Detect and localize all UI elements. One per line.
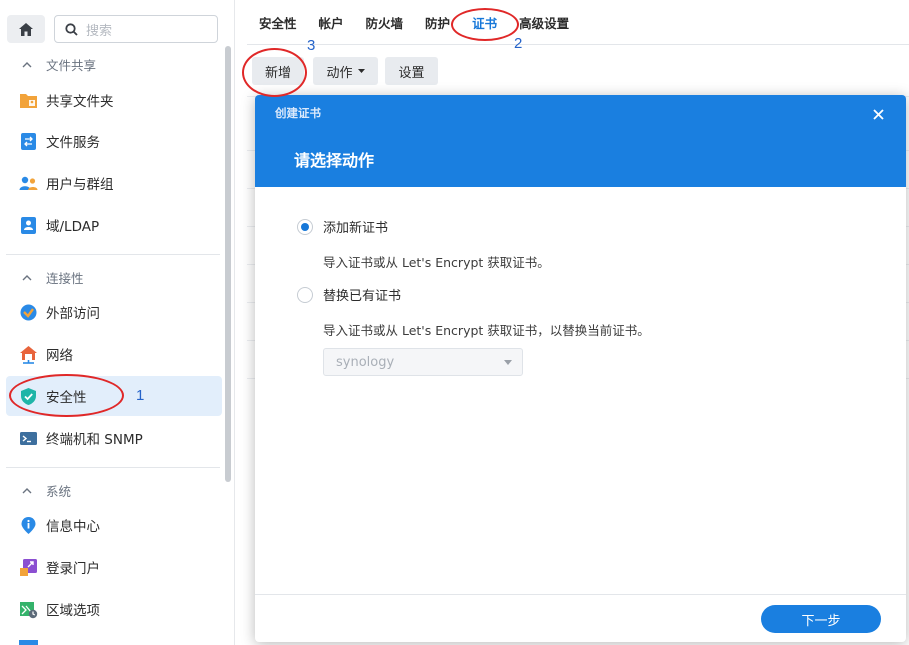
section-label: 连接性 [46, 271, 84, 286]
sidebar-item-label: 外部访问 [46, 306, 100, 322]
section-file-sharing[interactable]: 文件共享 [22, 55, 96, 74]
sidebar-item-login-portal[interactable]: 登录门户 [6, 547, 222, 587]
section-system[interactable]: 系统 [22, 481, 71, 500]
sidebar-item-label: 共享文件夹 [46, 94, 114, 110]
sidebar-item-label: 登录门户 [46, 561, 100, 577]
sidebar-item-shared-folder[interactable]: 共享文件夹 [6, 80, 222, 120]
tab-advanced[interactable]: 高级设置 [519, 13, 569, 32]
sidebar-item-regional-options[interactable]: 区域选项 [6, 589, 222, 629]
login-portal-icon [20, 558, 37, 576]
section-label: 文件共享 [46, 58, 97, 73]
radio-button[interactable] [297, 286, 313, 303]
settings-button[interactable]: 设置 [385, 57, 438, 85]
ldap-icon [21, 216, 36, 234]
annotation-number-2: 2 [514, 35, 523, 52]
option-label: 替换已有证书 [323, 289, 402, 304]
next-button[interactable]: 下一步 [761, 605, 881, 633]
control-panel-window: 搜索 文件共享 共享文件夹 文件服务 用户与群组 域/LDAP 连接性 外部访问… [0, 0, 909, 645]
sidebar-item-terminal-snmp[interactable]: 终端机和 SNMP [6, 418, 222, 458]
sidebar: 搜索 文件共享 共享文件夹 文件服务 用户与群组 域/LDAP 连接性 外部访问… [0, 0, 235, 645]
search-input[interactable]: 搜索 [54, 15, 218, 43]
action-label: 动作 [326, 65, 353, 81]
annotation-number-3: 3 [307, 37, 316, 54]
section-label: 系统 [46, 484, 72, 499]
caret-down-icon [504, 360, 512, 365]
close-icon [872, 108, 884, 120]
users-icon [19, 176, 38, 190]
shared-folder-icon [20, 93, 37, 108]
option-label: 添加新证书 [323, 221, 389, 236]
tab-security[interactable]: 安全性 [259, 13, 297, 32]
sidebar-item-label: 信息中心 [46, 519, 100, 535]
dialog-title: 请选择动作 [294, 151, 375, 170]
create-certificate-dialog: 创建证书 请选择动作 添加新证书 导入证书或从 Let's Encrypt 获取… [255, 95, 906, 642]
dialog-footer-divider [255, 594, 906, 595]
sidebar-item-label: 文件服务 [46, 135, 100, 151]
sidebar-item-file-services[interactable]: 文件服务 [6, 121, 222, 161]
sidebar-divider [6, 254, 220, 255]
search-icon [65, 22, 78, 36]
tab-firewall[interactable]: 防火墙 [366, 13, 404, 32]
option-description: 导入证书或从 Let's Encrypt 获取证书。 [323, 255, 550, 270]
chevron-up-icon [22, 488, 32, 494]
certificate-select[interactable]: synology [323, 348, 523, 376]
annotation-ellipse-certificate [451, 8, 519, 41]
chevron-up-icon [22, 62, 32, 68]
tab-protection[interactable]: 防护 [425, 13, 450, 32]
home-button[interactable] [7, 15, 45, 43]
search-placeholder: 搜索 [86, 23, 113, 39]
sidebar-item-network[interactable]: 网络 [6, 334, 222, 374]
radio-button-checked[interactable] [297, 218, 313, 235]
sidebar-item-external-access[interactable]: 外部访问 [6, 292, 222, 332]
sidebar-item-ldap[interactable]: 域/LDAP [6, 205, 222, 245]
dialog-header: 创建证书 请选择动作 [255, 95, 906, 187]
section-connectivity[interactable]: 连接性 [22, 268, 84, 287]
option-description: 导入证书或从 Let's Encrypt 获取证书，以替换当前证书。 [323, 323, 650, 338]
file-services-icon [21, 132, 36, 150]
terminal-icon [20, 431, 37, 445]
sidebar-item-users[interactable]: 用户与群组 [6, 163, 222, 203]
annotation-number-1: 1 [136, 387, 145, 404]
option-add-new-certificate[interactable]: 添加新证书 [297, 217, 388, 236]
external-access-icon [20, 304, 37, 320]
network-icon [20, 345, 37, 364]
caret-down-icon [357, 69, 365, 73]
annotation-ellipse-add [242, 48, 307, 97]
chevron-up-icon [22, 275, 32, 281]
info-icon [21, 516, 36, 534]
home-icon [19, 22, 33, 36]
annotation-ellipse-security [9, 374, 124, 417]
select-value: synology [336, 354, 395, 370]
sidebar-item-label: 域/LDAP [46, 219, 100, 235]
dialog-window-title: 创建证书 [275, 106, 321, 120]
close-button[interactable] [867, 103, 889, 125]
sidebar-divider [6, 467, 220, 468]
sidebar-item-label: 网络 [46, 348, 73, 364]
tab-divider [247, 44, 909, 45]
option-replace-certificate[interactable]: 替换已有证书 [297, 285, 401, 304]
tab-account[interactable]: 帐户 [319, 13, 344, 32]
sidebar-item-label: 终端机和 SNMP [46, 432, 143, 448]
sidebar-item-label: 用户与群组 [46, 177, 114, 193]
action-dropdown-button[interactable]: 动作 [313, 57, 378, 85]
regional-icon [20, 601, 38, 618]
sidebar-scrollbar[interactable] [225, 46, 231, 482]
sidebar-item-label: 区域选项 [46, 603, 100, 619]
partial-item-icon [19, 640, 38, 645]
sidebar-item-info-center[interactable]: 信息中心 [6, 505, 222, 545]
